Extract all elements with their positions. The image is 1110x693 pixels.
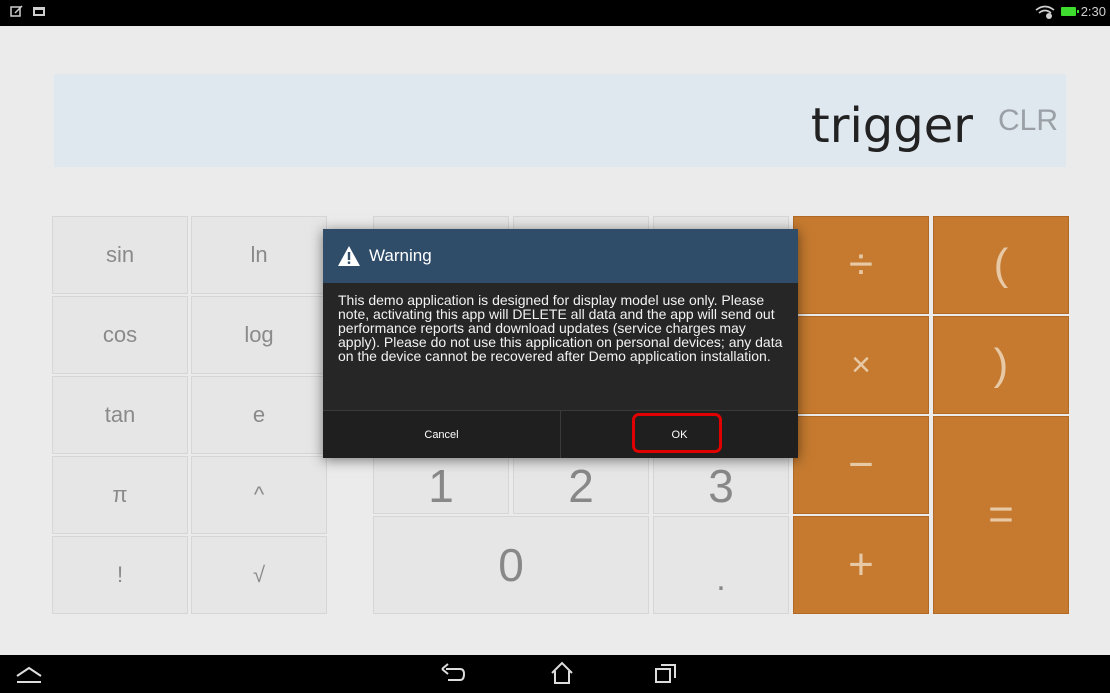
clear-button[interactable]: CLR: [998, 104, 1058, 138]
key-factorial[interactable]: !: [52, 536, 188, 614]
home-icon[interactable]: [550, 661, 574, 685]
warning-dialog: Warning This demo application is designe…: [323, 229, 798, 458]
dialog-actions: Cancel OK: [323, 410, 798, 458]
key-ln[interactable]: ln: [191, 216, 327, 294]
key-power[interactable]: ^: [191, 456, 327, 534]
warning-icon: [338, 246, 360, 266]
key-multiply[interactable]: ×: [793, 316, 929, 414]
key-equals[interactable]: =: [933, 416, 1069, 614]
wifi-icon: [1035, 5, 1055, 19]
ok-button[interactable]: OK: [560, 411, 798, 458]
key-sqrt[interactable]: √: [191, 536, 327, 614]
dialog-title: Warning: [369, 246, 432, 265]
key-plus[interactable]: +: [793, 516, 929, 614]
recent-apps-icon[interactable]: [654, 662, 678, 684]
key-e[interactable]: e: [191, 376, 327, 454]
battery-icon: [1060, 7, 1079, 16]
key-decimal[interactable]: .: [653, 516, 789, 614]
status-left-icons: [10, 5, 46, 18]
status-bar: 2:30: [0, 0, 1110, 26]
key-pi[interactable]: π: [52, 456, 188, 534]
status-time: 2:30: [1080, 4, 1106, 19]
key-cos[interactable]: cos: [52, 296, 188, 374]
status-right: 2:30: [1034, 4, 1106, 19]
dialog-message: This demo application is designed for di…: [338, 292, 783, 364]
expression-text: trigger: [810, 98, 973, 154]
key-tan[interactable]: tan: [52, 376, 188, 454]
dialog-header: Warning: [323, 229, 798, 283]
key-0[interactable]: 0: [373, 516, 649, 614]
key-open-paren[interactable]: (: [933, 216, 1069, 314]
key-close-paren[interactable]: ): [933, 316, 1069, 414]
notification-icon: [10, 5, 23, 17]
image-icon: [33, 7, 45, 16]
cancel-button[interactable]: Cancel: [323, 411, 560, 458]
expand-icon[interactable]: [14, 665, 44, 685]
back-icon[interactable]: [440, 663, 466, 685]
key-divide[interactable]: ÷: [793, 216, 929, 314]
key-sin[interactable]: sin: [52, 216, 188, 294]
key-log[interactable]: log: [191, 296, 327, 374]
calculator-display: trigger CLR: [54, 74, 1066, 167]
key-minus[interactable]: −: [793, 416, 929, 514]
navigation-bar: [0, 655, 1110, 693]
